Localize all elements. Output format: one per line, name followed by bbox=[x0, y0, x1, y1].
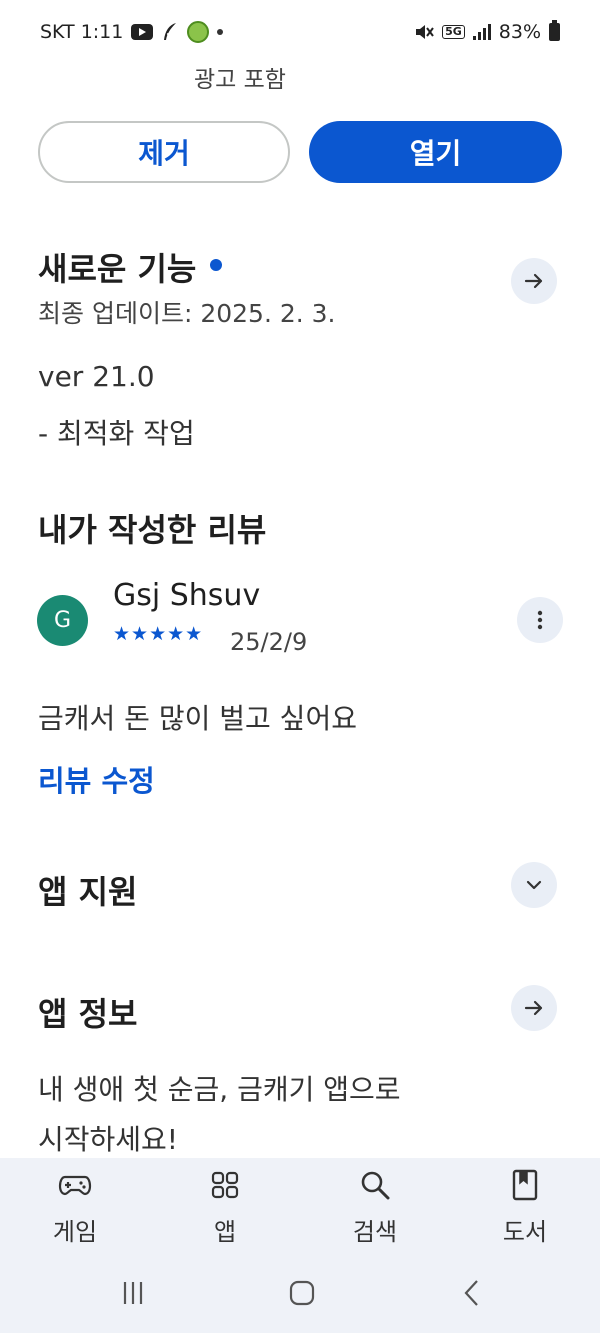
app-support-title[interactable]: 앱 지원 bbox=[38, 867, 137, 913]
arrow-right-icon bbox=[524, 273, 543, 289]
app-notification-icon bbox=[187, 21, 210, 43]
whats-new-arrow-button[interactable] bbox=[511, 258, 557, 304]
ad-notice: 광고 포함 bbox=[194, 67, 286, 93]
edit-review-link[interactable]: 리뷰 수정 bbox=[38, 758, 155, 800]
app-support-expand-button[interactable] bbox=[511, 862, 557, 908]
app-info-line-1: 내 생애 첫 순금, 금캐기 앱으로 bbox=[38, 1073, 401, 1106]
my-review-title: 내가 작성한 리뷰 bbox=[38, 511, 267, 549]
more-vert-icon bbox=[537, 610, 543, 630]
feather-icon bbox=[161, 22, 179, 42]
battery-percent: 83% bbox=[498, 21, 541, 43]
star-rating: ★★★★★ bbox=[113, 623, 204, 645]
update-notes: - 최적화 작업 bbox=[38, 417, 195, 450]
version-text: ver 21.0 bbox=[38, 360, 155, 393]
app-info-title[interactable]: 앱 정보 bbox=[38, 989, 137, 1035]
recent-apps-icon bbox=[123, 1282, 143, 1304]
system-navigation-bar bbox=[0, 1268, 600, 1328]
status-right: 5G 83% bbox=[414, 20, 560, 43]
mute-icon bbox=[414, 23, 434, 41]
nav-item-games[interactable]: 게임 bbox=[20, 1168, 130, 1247]
recent-apps-button[interactable] bbox=[118, 1278, 148, 1312]
apps-grid-icon bbox=[211, 1171, 239, 1199]
nav-item-apps[interactable]: 앱 bbox=[170, 1168, 280, 1247]
review-more-options-button[interactable] bbox=[517, 597, 563, 643]
back-icon bbox=[464, 1280, 478, 1306]
back-button[interactable] bbox=[458, 1278, 488, 1312]
app-info-arrow-button[interactable] bbox=[511, 985, 557, 1031]
more-notifications-dot-icon bbox=[217, 29, 224, 35]
remove-button[interactable]: 제거 bbox=[38, 121, 290, 183]
search-icon bbox=[361, 1171, 390, 1200]
review-text: 금캐서 돈 많이 벌고 싶어요 bbox=[38, 702, 357, 735]
status-bar: SKT 1:11 5G 83% bbox=[0, 0, 600, 64]
network-5g-icon: 5G bbox=[442, 25, 465, 39]
signal-icon bbox=[472, 24, 491, 40]
arrow-right-icon bbox=[524, 1000, 543, 1016]
nav-item-books[interactable]: 도서 bbox=[470, 1168, 580, 1247]
nav-label-apps: 앱 bbox=[213, 1218, 237, 1246]
carrier-time: SKT 1:11 bbox=[40, 21, 124, 43]
whats-new-title: 새로운 기능 bbox=[38, 250, 197, 288]
home-icon bbox=[289, 1280, 315, 1306]
reviewer-name: Gsj Shsuv bbox=[113, 578, 261, 613]
youtube-icon bbox=[131, 24, 154, 40]
avatar: G bbox=[37, 595, 88, 646]
nav-item-search[interactable]: 검색 bbox=[320, 1168, 430, 1247]
gamepad-icon bbox=[58, 1175, 92, 1196]
app-info-line-2: 시작하세요! bbox=[38, 1123, 179, 1156]
home-button[interactable] bbox=[287, 1278, 317, 1312]
chevron-down-icon bbox=[526, 880, 542, 890]
review-date: 25/2/9 bbox=[230, 628, 308, 656]
whats-new-header[interactable]: 새로운 기능 bbox=[38, 244, 223, 290]
new-indicator-dot-icon bbox=[210, 259, 223, 271]
last-updated: 최종 업데이트: 2025. 2. 3. bbox=[38, 299, 336, 328]
nav-label-search: 검색 bbox=[352, 1218, 398, 1246]
nav-label-games: 게임 bbox=[52, 1218, 98, 1246]
status-left: SKT 1:11 bbox=[40, 21, 224, 43]
book-icon bbox=[512, 1169, 538, 1201]
battery-icon bbox=[549, 20, 560, 41]
app-detail-page: SKT 1:11 5G 83% 광고 포함 제거 열기 새로운 기능 최종 업데… bbox=[0, 0, 600, 1333]
open-button[interactable]: 열기 bbox=[309, 121, 562, 183]
nav-label-books: 도서 bbox=[502, 1218, 548, 1246]
